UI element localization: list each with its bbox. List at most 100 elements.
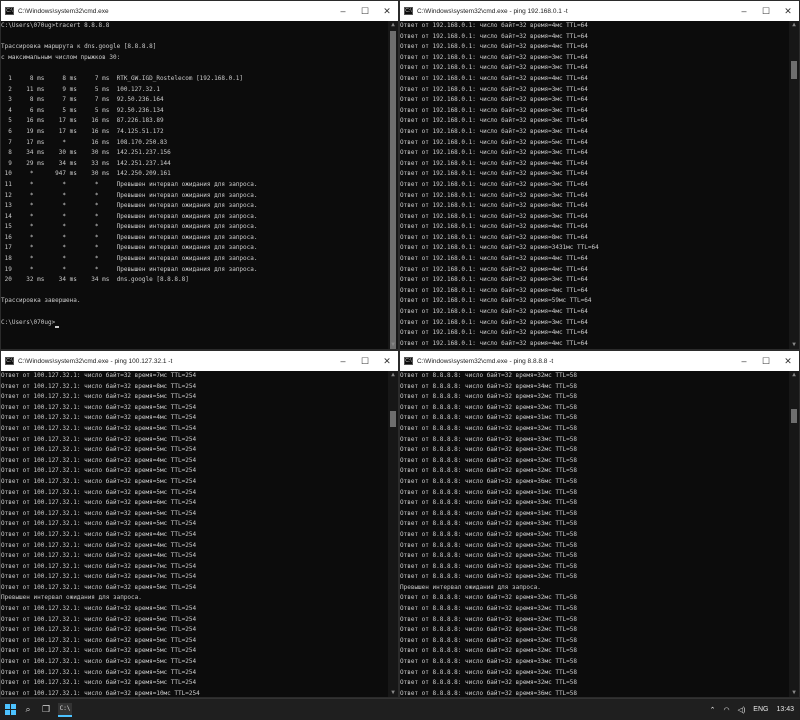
console-line: Ответ от 192.168.0.1: число байт=32 врем… [400, 74, 588, 82]
volume-icon[interactable]: ◁) [738, 706, 746, 714]
scroll-thumb[interactable] [390, 31, 396, 349]
console-line: Ответ от 192.168.0.1: число байт=32 врем… [400, 286, 588, 294]
scrollbar[interactable]: ▲ ▼ [789, 371, 799, 697]
console-line: Ответ от 8.8.8.8: число байт=32 время=32… [400, 594, 578, 602]
language-indicator[interactable]: ENG [753, 706, 768, 713]
console-line: с максимальным числом прыжков 30: [1, 53, 121, 61]
console-line: 19 * * * Превышен интервал ожидания для … [1, 265, 258, 273]
console-line: 13 * * * Превышен интервал ожидания для … [1, 202, 258, 210]
console-line: 7 17 ms * 16 ms 108.170.250.83 [1, 138, 168, 146]
title-bar[interactable]: C:\ C:\Windows\system32\cmd.exe - ping 1… [1, 351, 398, 371]
console-output[interactable]: C:\Users\070ug>tracert 8.8.8.8 Трассировк… [1, 21, 388, 349]
minimize-button[interactable]: – [733, 1, 755, 21]
console-output[interactable]: Ответ от 8.8.8.8: число байт=32 время=32… [400, 371, 789, 697]
console-line: Ответ от 8.8.8.8: число байт=32 время=32… [400, 372, 578, 379]
console-line: Ответ от 100.127.32.1: число байт=32 вре… [1, 393, 197, 401]
console-line: Ответ от 8.8.8.8: число байт=32 время=32… [400, 393, 578, 401]
console-line: Ответ от 100.127.32.1: число байт=32 вре… [1, 552, 197, 560]
console-line: Ответ от 192.168.0.1: число байт=32 врем… [400, 32, 588, 40]
console-line: Ответ от 192.168.0.1: число байт=32 врем… [400, 244, 599, 252]
console-line: Ответ от 8.8.8.8: число байт=32 время=32… [400, 530, 578, 538]
console-line: Ответ от 8.8.8.8: число байт=32 время=33… [400, 499, 578, 507]
console-line: Ответ от 100.127.32.1: число байт=32 вре… [1, 636, 197, 644]
maximize-button[interactable]: ☐ [755, 351, 777, 371]
cmd-window-ping-google[interactable]: C:\ C:\Windows\system32\cmd.exe - ping 8… [399, 350, 800, 698]
console-line: Ответ от 192.168.0.1: число байт=32 врем… [400, 180, 588, 188]
clock[interactable]: 13:43 [776, 706, 794, 713]
console-line: Ответ от 192.168.0.1: число байт=32 врем… [400, 138, 588, 146]
console-line: Ответ от 192.168.0.1: число байт=32 врем… [400, 191, 588, 199]
minimize-button[interactable]: – [332, 1, 354, 21]
cmd-window-ping-router[interactable]: C:\ C:\Windows\system32\cmd.exe - ping 1… [399, 0, 800, 350]
console-line: Ответ от 100.127.32.1: число байт=32 вре… [1, 424, 197, 432]
scrollbar[interactable]: ▲ ▼ [388, 21, 398, 349]
windows-start-icon[interactable] [4, 703, 16, 716]
scroll-up-icon[interactable]: ▲ [789, 371, 799, 379]
console-line: 14 * * * Превышен интервал ожидания для … [1, 212, 258, 220]
title-bar[interactable]: C:\ C:\Windows\system32\cmd.exe – ☐ ✕ [1, 1, 398, 21]
console-line: Ответ от 100.127.32.1: число байт=32 вре… [1, 530, 197, 538]
minimize-button[interactable]: – [332, 351, 354, 371]
console-line: 11 * * * Превышен интервал ожидания для … [1, 180, 258, 188]
scroll-down-icon[interactable]: ▼ [388, 341, 398, 349]
window-title: C:\Windows\system32\cmd.exe [18, 7, 109, 15]
console-line: Ответ от 8.8.8.8: число байт=32 время=32… [400, 679, 578, 687]
console-line: Превышен интервал ожидания для запроса. [400, 583, 541, 591]
title-bar[interactable]: C:\ C:\Windows\system32\cmd.exe - ping 1… [400, 1, 799, 21]
task-view-icon[interactable]: ❐ [40, 704, 52, 716]
console-line: Ответ от 192.168.0.1: число байт=32 врем… [400, 308, 588, 316]
scroll-up-icon[interactable]: ▲ [388, 21, 398, 29]
console-line: 8 34 ms 30 ms 30 ms 142.251.237.156 [1, 149, 171, 157]
console-line: C:\Users\070ug>tracert 8.8.8.8 [1, 22, 110, 29]
scrollbar[interactable]: ▲ ▼ [789, 21, 799, 349]
scrollbar[interactable]: ▲ ▼ [388, 371, 398, 697]
console-line: Ответ от 192.168.0.1: число байт=32 врем… [400, 159, 588, 167]
close-button[interactable]: ✕ [777, 1, 799, 21]
console-output[interactable]: Ответ от 100.127.32.1: число байт=32 вре… [1, 371, 388, 697]
scroll-thumb[interactable] [791, 61, 797, 79]
scroll-down-icon[interactable]: ▼ [388, 689, 398, 697]
console-output[interactable]: Ответ от 192.168.0.1: число байт=32 врем… [400, 21, 789, 349]
console-line: 9 29 ms 34 ms 33 ms 142.251.237.144 [1, 159, 171, 167]
wifi-icon[interactable]: ◠ [723, 706, 729, 714]
cmd-app-icon: C:\ [404, 7, 413, 15]
scroll-down-icon[interactable]: ▼ [789, 341, 799, 349]
console-line: Ответ от 8.8.8.8: число байт=32 время=33… [400, 435, 578, 443]
console-line: Ответ от 100.127.32.1: число байт=32 вре… [1, 477, 197, 485]
console-line: Ответ от 192.168.0.1: число байт=32 врем… [400, 106, 588, 114]
cmd-app-icon: C:\ [5, 7, 14, 15]
console-line: Ответ от 192.168.0.1: число байт=32 врем… [400, 127, 588, 135]
console-line: Ответ от 100.127.32.1: число байт=32 вре… [1, 573, 197, 581]
cmd-window-ping-isp[interactable]: C:\ C:\Windows\system32\cmd.exe - ping 1… [0, 350, 399, 698]
console-line: Ответ от 8.8.8.8: число байт=32 время=32… [400, 467, 578, 475]
minimize-button[interactable]: – [733, 351, 755, 371]
chevron-up-icon[interactable]: ⌃ [710, 706, 716, 714]
cmd-window-tracert[interactable]: C:\ C:\Windows\system32\cmd.exe – ☐ ✕ C:… [0, 0, 399, 350]
maximize-button[interactable]: ☐ [354, 1, 376, 21]
console-line: Ответ от 8.8.8.8: число байт=32 время=32… [400, 552, 578, 560]
maximize-button[interactable]: ☐ [354, 351, 376, 371]
close-button[interactable]: ✕ [376, 351, 398, 371]
close-button[interactable]: ✕ [777, 351, 799, 371]
close-button[interactable]: ✕ [376, 1, 398, 21]
console-line: 3 8 ms 7 ms 7 ms 92.50.236.164 [1, 96, 164, 104]
scroll-up-icon[interactable]: ▲ [388, 371, 398, 379]
console-line: Ответ от 100.127.32.1: число байт=32 вре… [1, 403, 197, 411]
scroll-down-icon[interactable]: ▼ [789, 689, 799, 697]
maximize-button[interactable]: ☐ [755, 1, 777, 21]
console-line: Ответ от 192.168.0.1: число байт=32 врем… [400, 202, 588, 210]
scroll-thumb[interactable] [791, 409, 797, 423]
console-line: Ответ от 192.168.0.1: число байт=32 врем… [400, 233, 588, 241]
console-line: Ответ от 8.8.8.8: число байт=32 время=34… [400, 382, 578, 390]
scroll-thumb[interactable] [390, 411, 396, 427]
scroll-up-icon[interactable]: ▲ [789, 21, 799, 29]
taskbar-cmd-button[interactable]: C:\ [58, 702, 72, 717]
console-line: Ответ от 192.168.0.1: число байт=32 врем… [400, 53, 588, 61]
console-line: Ответ от 192.168.0.1: число байт=32 врем… [400, 85, 588, 93]
search-icon[interactable]: ⌕ [22, 704, 34, 716]
window-title: C:\Windows\system32\cmd.exe - ping 8.8.8… [417, 357, 554, 365]
title-bar[interactable]: C:\ C:\Windows\system32\cmd.exe - ping 8… [400, 351, 799, 371]
console-line: Ответ от 100.127.32.1: число байт=32 вре… [1, 382, 197, 390]
